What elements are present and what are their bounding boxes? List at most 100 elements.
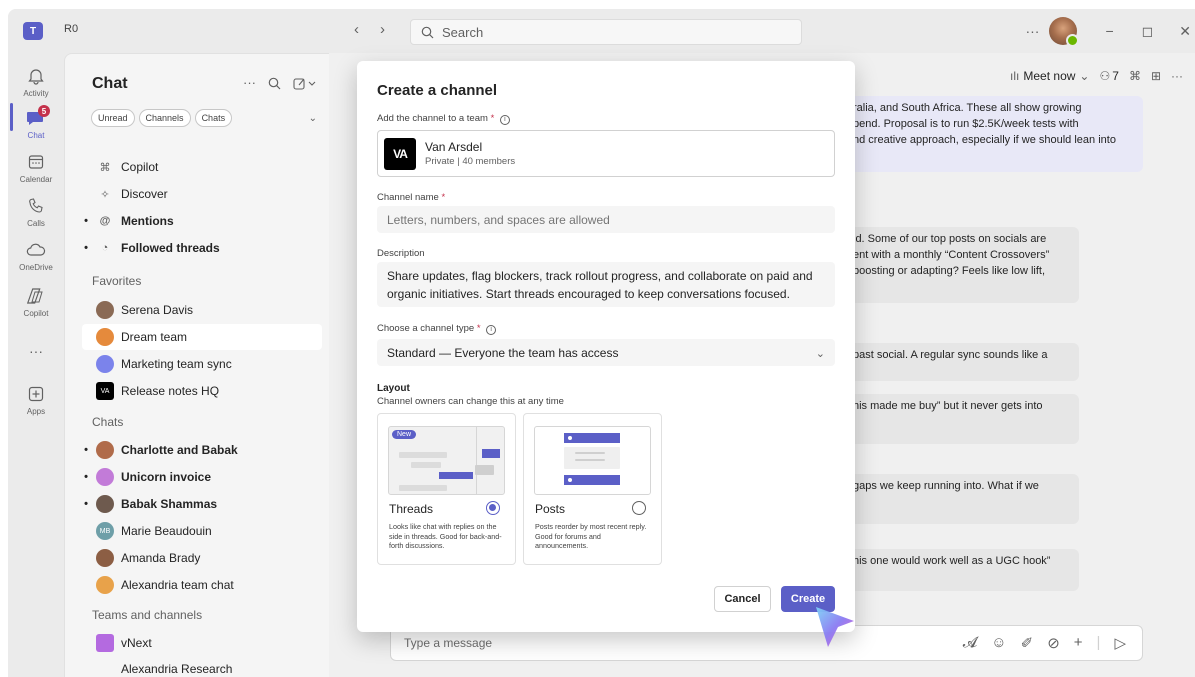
chevron-down-icon[interactable]: ⌄ [309,113,317,124]
message-bubble[interactable]: gaps we keep running into. What if we [845,474,1079,524]
chat-item-label: Charlotte and Babak [121,443,238,457]
team-avatar [96,634,114,652]
at-icon: @ [99,215,111,227]
rail-item-activity[interactable]: Activity [8,65,64,98]
popout-icon[interactable]: ⊞ [1151,69,1161,83]
copilot-icon [25,285,47,307]
copilot-icon[interactable]: ⌘ [1129,69,1141,83]
description-input[interactable]: Share updates, flag blockers, track roll… [377,262,835,307]
layout-option-title: Threads [389,502,434,516]
rail-item-onedrive[interactable]: OneDrive [8,239,64,272]
maximize-icon[interactable]: ◻ [1142,23,1154,40]
forward-arrow-icon[interactable]: › [380,21,385,38]
filter-unread[interactable]: Unread [91,109,135,127]
filter-channels[interactable]: Channels [138,109,191,127]
chat-item-dream-team[interactable]: Dream team [82,324,322,350]
chat-item-label: Dream team [121,330,188,344]
chat-item-charlotte-and-babak[interactable]: • Charlotte and Babak [82,437,322,463]
emoji-icon[interactable]: ☺ [991,634,1006,652]
message-bubble[interactable]: ralia, and South Africa. These all show … [845,96,1143,172]
chat-item-copilot[interactable]: ⌘ Copilot [82,154,322,180]
profile-avatar[interactable] [1049,17,1080,47]
rail-item-calls[interactable]: Calls [8,195,64,228]
channel-type-label: Choose a channel type * i [377,323,497,335]
divider: | [1096,634,1101,651]
team-subtitle: Private | 40 members [425,156,516,167]
participants-count: 7 [1112,69,1119,83]
conversation-header-tools: ılı Meet now ⌄ ⚇ 7 ⌘ ⊞ ··· [1010,69,1183,83]
team-selector[interactable]: VA Van Arsdel Private | 40 members [377,130,835,177]
chat-item-label: Babak Shammas [121,497,218,511]
bell-icon [25,65,47,87]
chat-item-marie-beaudouin[interactable]: MB Marie Beaudouin [82,518,322,544]
sparkle-icon: ✧ [100,188,110,201]
chat-item-release-notes-hq[interactable]: VA Release notes HQ [82,378,322,404]
rail-item-calendar[interactable]: Calendar [8,151,64,184]
message-bubble[interactable]: id. Some of our top posts on socials are… [845,227,1079,303]
team-field-label: Add the channel to a team * i [377,113,510,125]
rail-item-copilot[interactable]: Copilot [8,285,64,318]
teams-heading: Teams and channels [92,608,203,622]
info-icon[interactable]: i [486,325,497,335]
search-icon[interactable] [268,77,281,90]
chat-item-serena-davis[interactable]: Serena Davis [82,297,322,323]
message-text: boosting or adapting? Feels like low lif… [853,265,1045,277]
message-bubble[interactable]: past social. A regular sync sounds like … [845,343,1079,381]
chat-item-alexandria-team-chat[interactable]: Alexandria team chat [82,572,322,598]
threads-radio[interactable] [486,501,500,515]
channel-type-select[interactable]: Standard — Everyone the team has access … [377,339,835,366]
new-chat-icon[interactable] [293,77,317,90]
create-channel-dialog: Create a channel Add the channel to a te… [357,61,855,632]
message-bubble[interactable]: his one would work well as a UGC hook” [845,549,1079,591]
message-bubble[interactable]: his made me buy” but it never gets into [845,394,1079,444]
more-options-icon[interactable]: ··· [243,75,256,90]
team-name: Van Arsdel [425,140,483,154]
search-input[interactable]: Search [410,19,802,45]
rail-item-chat[interactable]: 5 Chat [8,105,64,140]
chat-item-babak-shammas[interactable]: • Babak Shammas [82,491,322,517]
message-text: his one would work well as a UGC hook” [853,555,1051,567]
thread-icon: ◔ [101,242,109,254]
more-options-icon[interactable]: ··· [1171,69,1183,83]
participants-button[interactable]: ⚇ 7 [1099,69,1118,83]
rail-item-more[interactable]: ··· [8,343,64,359]
avatar [96,576,114,594]
chat-item-discover[interactable]: ✧ Discover [82,181,322,207]
copilot-icon: ⌘ [99,161,111,174]
chat-item-followed-threads[interactable]: • ◔ Followed threads [82,235,322,261]
unread-dot: • [84,498,88,510]
posts-radio[interactable] [632,501,646,515]
people-icon: ⚇ [1099,69,1111,83]
add-icon[interactable]: + [1074,634,1083,652]
chat-item-label: Serena Davis [121,303,194,317]
chat-item-label: Mentions [121,214,174,228]
meet-now-button[interactable]: ılı Meet now ⌄ [1010,69,1089,83]
channel-name-input[interactable]: Letters, numbers, and spaces are allowed [377,206,835,233]
sticker-icon[interactable]: ✐ [1021,634,1034,652]
back-arrow-icon[interactable]: ‹ [354,21,359,38]
posts-preview [534,426,651,495]
channel-name-placeholder: Letters, numbers, and spaces are allowed [387,212,610,227]
cancel-button[interactable]: Cancel [714,586,771,612]
layout-option-posts[interactable]: Posts Posts reorder by most recent reply… [523,413,662,565]
rail-item-apps[interactable]: Apps [8,383,64,416]
more-options-icon[interactable]: ··· [1025,23,1039,39]
chat-item-amanda-brady[interactable]: Amanda Brady [82,545,322,571]
send-icon[interactable]: ▷ [1114,634,1126,652]
channel-item-vnext[interactable]: vNext [82,630,322,656]
avatar [96,355,114,373]
channel-item-alexandria-research[interactable]: Alexandria Research [82,656,322,677]
chat-item-unicorn-invoice[interactable]: • Unicorn invoice [82,464,322,490]
rail-label: Apps [26,407,46,416]
close-icon[interactable]: ✕ [1179,23,1191,40]
loop-icon[interactable]: ⊘ [1047,634,1060,652]
info-icon[interactable]: i [499,115,510,125]
minimize-icon[interactable]: − [1105,23,1113,39]
format-icon[interactable]: 𝓐 [963,634,978,652]
chat-item-marketing-team-sync[interactable]: Marketing team sync [82,351,322,377]
message-text: id. Some of our top posts on socials are [853,233,1047,245]
chat-item-mentions[interactable]: • @ Mentions [82,208,322,234]
layout-option-threads[interactable]: New Threads Looks like chat with replies… [377,413,516,565]
avatar: MB [96,522,114,540]
filter-chats[interactable]: Chats [194,109,233,127]
